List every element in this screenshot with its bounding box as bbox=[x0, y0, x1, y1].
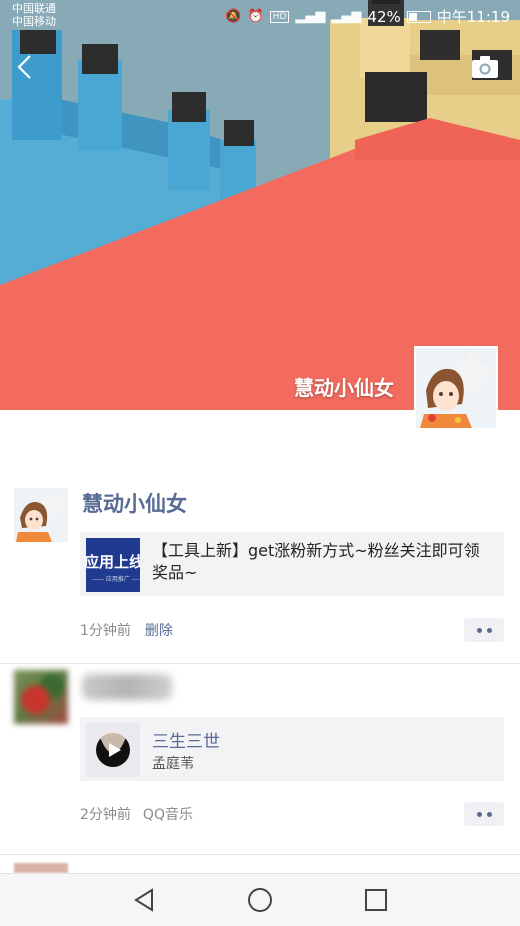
anime-avatar-image bbox=[14, 488, 68, 542]
delete-link[interactable]: 删除 bbox=[145, 623, 173, 639]
alarm-icon: ⏰ bbox=[247, 9, 264, 24]
nav-back-icon bbox=[134, 888, 153, 912]
dot-icon bbox=[486, 811, 492, 817]
more-options-button[interactable] bbox=[464, 618, 504, 642]
system-nav-bar bbox=[0, 873, 520, 926]
hd-icon: HD bbox=[269, 10, 290, 23]
back-button[interactable] bbox=[12, 50, 42, 84]
signal-icon-2: ▂▄▆ bbox=[331, 9, 362, 24]
post-meta: 2分钟前 QQ音乐 bbox=[80, 804, 193, 824]
play-icon bbox=[96, 732, 130, 767]
moments-feed: 慧动小仙女 应用上线 —— 应用推广 —— 【工具上新】get涨粉新方式~粉丝关… bbox=[0, 470, 520, 855]
post-author-blurred[interactable] bbox=[82, 674, 172, 700]
camera-button[interactable] bbox=[470, 54, 500, 80]
music-card[interactable]: 三生三世 孟庭苇 bbox=[80, 717, 504, 781]
nav-recents-button[interactable] bbox=[362, 886, 390, 914]
carrier-2: 中国移动 bbox=[12, 15, 56, 28]
thumbnail-text: 应用上线 bbox=[86, 553, 140, 571]
dot-icon bbox=[476, 627, 482, 633]
post-item: 慧动小仙女 应用上线 —— 应用推广 —— 【工具上新】get涨粉新方式~粉丝关… bbox=[0, 470, 520, 664]
mute-icon: 🔕 bbox=[225, 9, 242, 24]
back-arrow-icon bbox=[17, 55, 31, 79]
next-post-avatar-partial bbox=[14, 863, 68, 873]
post-item: 三生三世 孟庭苇 2分钟前 QQ音乐 bbox=[0, 664, 520, 855]
nav-home-icon bbox=[248, 888, 272, 912]
post-avatar-blurred[interactable] bbox=[14, 670, 68, 724]
status-right: 🔕 ⏰ HD ▂▄▆ ▂▄▆ 42% 中午11:19 bbox=[225, 6, 510, 27]
post-meta: 1分钟前 删除 bbox=[80, 620, 173, 640]
dot-icon bbox=[476, 811, 482, 817]
battery-level: 42% bbox=[367, 7, 401, 26]
carrier-info: 中国联通 中国移动 bbox=[12, 2, 56, 28]
camera-icon bbox=[472, 56, 498, 78]
post-source[interactable]: QQ音乐 bbox=[143, 807, 193, 823]
dot-icon bbox=[486, 627, 492, 633]
music-cover bbox=[86, 723, 140, 777]
nav-home-button[interactable] bbox=[246, 886, 274, 914]
clock: 中午11:19 bbox=[436, 8, 510, 26]
music-artist: 孟庭苇 bbox=[152, 756, 194, 772]
music-title: 三生三世 bbox=[152, 732, 220, 752]
link-thumbnail: 应用上线 —— 应用推广 —— bbox=[86, 538, 140, 592]
nav-recents-icon bbox=[365, 889, 387, 911]
profile-avatar[interactable] bbox=[414, 346, 498, 430]
signal-icon: ▂▄▆ bbox=[295, 9, 326, 24]
nav-back-button[interactable] bbox=[130, 886, 158, 914]
anime-avatar-image bbox=[416, 348, 496, 428]
post-avatar[interactable] bbox=[14, 488, 68, 542]
thumbnail-subtext: —— 应用推广 —— bbox=[92, 576, 140, 583]
post-author[interactable]: 慧动小仙女 bbox=[82, 488, 187, 518]
more-options-button[interactable] bbox=[464, 802, 504, 826]
post-time: 2分钟前 bbox=[80, 807, 131, 823]
post-time: 1分钟前 bbox=[80, 623, 131, 639]
link-title: 【工具上新】get涨粉新方式~粉丝关注即可领奖品~ bbox=[152, 541, 480, 582]
link-card[interactable]: 应用上线 —— 应用推广 —— 【工具上新】get涨粉新方式~粉丝关注即可领奖品… bbox=[80, 532, 504, 596]
battery-icon bbox=[406, 10, 431, 23]
status-bar: 中国联通 中国移动 🔕 ⏰ HD ▂▄▆ ▂▄▆ 42% 中午11:19 bbox=[0, 0, 520, 36]
profile-name[interactable]: 慧动小仙女 bbox=[294, 372, 394, 401]
carrier-1: 中国联通 bbox=[12, 2, 56, 15]
